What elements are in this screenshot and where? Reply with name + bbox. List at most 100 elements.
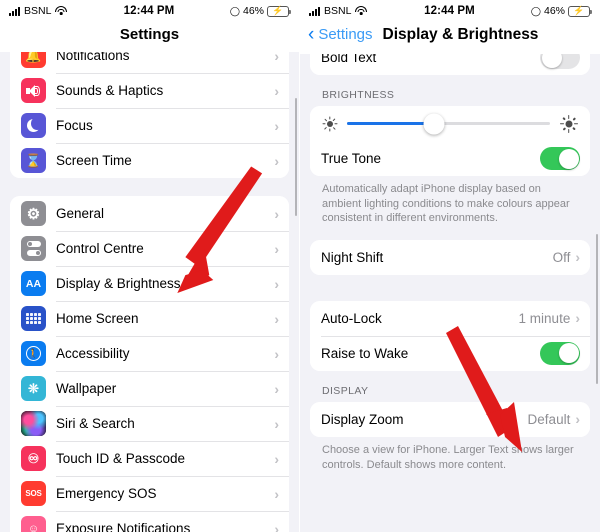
lightning-bolt-icon: ⚡ xyxy=(573,5,585,16)
sidebar-item-focus[interactable]: Focus › xyxy=(10,108,289,143)
chevron-right-icon: › xyxy=(274,485,279,502)
sidebar-item-label: Accessibility xyxy=(56,346,130,361)
chevron-right-icon: › xyxy=(274,310,279,327)
touch-id-icon: ♾ xyxy=(21,446,46,471)
row-true-tone[interactable]: True Tone xyxy=(310,141,590,176)
settings-scroll-area[interactable]: Notifications›Sounds & Haptics›Focus›⌛Sc… xyxy=(0,38,299,532)
sidebar-item-label: Touch ID & Passcode xyxy=(56,451,186,466)
chevron-right-icon: › xyxy=(274,380,279,397)
signal-bars-icon xyxy=(9,6,20,16)
auto-lock-label: Auto-Lock xyxy=(321,310,382,326)
sidebar-item-siri-search[interactable]: Siri & Search › xyxy=(10,406,289,441)
page-title: Display & Brightness xyxy=(382,25,539,43)
back-chevron-icon[interactable]: ‹ xyxy=(308,25,314,44)
general-gear-icon: ⚙ xyxy=(21,201,46,226)
chevron-right-icon: › xyxy=(274,82,279,99)
sidebar-item-home-screen[interactable]: Home Screen › xyxy=(10,301,289,336)
brightness-slider-row[interactable] xyxy=(310,106,590,141)
chevron-right-icon: › xyxy=(575,249,580,266)
signal-bars-icon xyxy=(309,6,320,16)
location-arrow-icon: ◯ xyxy=(229,5,240,16)
sidebar-item-screen-time[interactable]: ⌛ Screen Time › xyxy=(10,143,289,178)
focus-icon xyxy=(21,113,46,138)
location-arrow-icon: ◯ xyxy=(530,5,541,16)
row-raise-to-wake[interactable]: Raise to Wake xyxy=(310,335,590,371)
brightness-track[interactable] xyxy=(347,113,550,134)
sidebar-item-label: Control Centre xyxy=(56,241,144,256)
display-zoom-description: Choose a view for iPhone. Larger Text sh… xyxy=(322,443,574,471)
settings-group-1: Notifications›Sounds & Haptics›Focus›⌛Sc… xyxy=(10,38,289,178)
left-phone-screen: BSNL 12:44 PM ◯ 46% ⚡ Settings Notificat… xyxy=(0,0,300,532)
scrollbar-right[interactable] xyxy=(595,234,598,384)
control-centre-icon xyxy=(21,236,46,261)
battery-icon: ⚡ xyxy=(568,5,593,17)
scrollbar-left[interactable] xyxy=(294,98,297,216)
night-shift-label: Night Shift xyxy=(321,249,384,265)
accessibility-icon xyxy=(21,341,46,366)
chevron-right-icon: › xyxy=(274,450,279,467)
emergency-sos-icon: SOS xyxy=(21,481,46,506)
chevron-right-icon: › xyxy=(274,275,279,292)
page-title: Settings xyxy=(0,22,299,52)
clock-label: 12:44 PM xyxy=(123,5,175,17)
auto-lock-value: 1 minute xyxy=(518,310,571,326)
sidebar-item-label: Sounds & Haptics xyxy=(56,83,164,98)
right-phone-screen: BSNL 12:44 PM ◯ 46% ⚡ ‹ Settings Display… xyxy=(300,0,600,532)
sidebar-item-label: Siri & Search xyxy=(56,416,135,431)
sun-small-icon xyxy=(322,116,338,132)
brightness-thumb[interactable] xyxy=(423,113,445,134)
chevron-right-icon: › xyxy=(274,415,279,432)
row-display-zoom[interactable]: Display Zoom Default › xyxy=(310,401,590,437)
chevron-right-icon: › xyxy=(274,152,279,169)
sidebar-item-accessibility[interactable]: Accessibility › xyxy=(10,336,289,371)
chevron-right-icon: › xyxy=(575,411,580,428)
sidebar-item-general[interactable]: ⚙ General › xyxy=(10,196,289,231)
sounds-icon xyxy=(21,78,46,103)
chevron-right-icon: › xyxy=(274,345,279,362)
status-bar-left: BSNL 12:44 PM ◯ 46% ⚡ xyxy=(0,0,299,22)
settings-group-2: ⚙ General › Control Centre › AA Display & Brig… xyxy=(10,196,289,532)
true-tone-label: True Tone xyxy=(321,151,382,166)
chevron-right-icon: › xyxy=(575,310,580,327)
row-night-shift[interactable]: Night Shift Off › xyxy=(310,239,590,275)
sidebar-item-control-centre[interactable]: Control Centre › xyxy=(10,231,289,266)
night-shift-value: Off xyxy=(552,249,571,265)
status-bar-right: BSNL 12:44 PM ◯ 46% ⚡ xyxy=(300,0,600,22)
navigation-bar: ‹ Settings Display & Brightness xyxy=(300,22,600,54)
sidebar-item-label: Screen Time xyxy=(56,153,132,168)
sidebar-item-touch-id-passcode[interactable]: ♾ Touch ID & Passcode › xyxy=(10,441,289,476)
siri-icon xyxy=(21,411,46,436)
sidebar-item-display-brightness[interactable]: AA Display & Brightness › xyxy=(10,266,289,301)
display-brightness-icon: AA xyxy=(21,271,46,296)
sidebar-item-sounds-haptics[interactable]: Sounds & Haptics › xyxy=(10,73,289,108)
display-scroll-area[interactable]: Bold Text BRIGHTNESS True Tone Automatic… xyxy=(300,40,600,532)
back-button[interactable]: Settings xyxy=(318,26,372,43)
raise-to-wake-toggle[interactable] xyxy=(540,341,580,365)
sidebar-item-label: Emergency SOS xyxy=(56,486,157,501)
home-screen-icon xyxy=(21,306,46,331)
sidebar-item-label: Display & Brightness xyxy=(56,276,181,291)
sidebar-item-label: Focus xyxy=(56,118,93,133)
screen-time-icon: ⌛ xyxy=(21,148,46,173)
sidebar-item-label: General xyxy=(56,206,105,221)
exposure-notifications-icon: ☺ xyxy=(21,516,46,532)
display-section-header: DISPLAY xyxy=(322,384,369,397)
wifi-icon xyxy=(55,6,68,16)
sidebar-item-wallpaper[interactable]: ❊ Wallpaper › xyxy=(10,371,289,406)
chevron-right-icon: › xyxy=(274,520,279,532)
true-tone-toggle[interactable] xyxy=(540,147,580,170)
wifi-icon xyxy=(355,6,368,16)
row-auto-lock[interactable]: Auto-Lock 1 minute › xyxy=(310,300,590,336)
wallpaper-icon: ❊ xyxy=(21,376,46,401)
sidebar-item-label: Wallpaper xyxy=(56,381,117,396)
display-zoom-card: Display Zoom Default › xyxy=(310,401,590,437)
brightness-section-header: BRIGHTNESS xyxy=(322,89,395,101)
sidebar-item-exposure-notifications[interactable]: ☺ Exposure Notifications › xyxy=(10,511,289,532)
sidebar-item-label: Exposure Notifications xyxy=(56,521,191,532)
true-tone-description: Automatically adapt iPhone display based… xyxy=(322,183,570,225)
dual-screenshot: BSNL 12:44 PM ◯ 46% ⚡ Settings Notificat… xyxy=(0,0,600,532)
chevron-right-icon: › xyxy=(274,117,279,134)
sun-large-icon xyxy=(559,114,578,133)
sidebar-item-emergency-sos[interactable]: SOS Emergency SOS › xyxy=(10,476,289,511)
night-shift-card: Night Shift Off › xyxy=(310,239,590,275)
